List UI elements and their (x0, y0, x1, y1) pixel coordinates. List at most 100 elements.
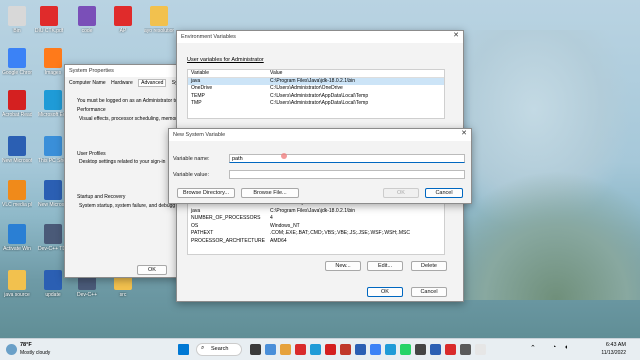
variable-name-label: Variable name: (173, 156, 210, 162)
desktop-icon[interactable]: ayo resolution (144, 6, 174, 34)
table-row[interactable]: TEMP C:\Users\Administrator\AppData\Local… (188, 93, 444, 101)
variable-value-input[interactable] (229, 170, 465, 179)
variable-name-cell: OS (191, 222, 199, 229)
delete-button[interactable]: Delete (411, 261, 447, 271)
desktop-icon-image (150, 6, 168, 26)
desktop-icon[interactable]: Activate Win (2, 224, 32, 252)
newvar-cancel-button[interactable]: Cancel (425, 188, 463, 198)
variable-name-cell: NUMBER_OF_PROCESSORS (191, 215, 261, 221)
desktop-icon[interactable]: java source (2, 270, 32, 298)
taskbar-app-icon[interactable] (340, 344, 351, 355)
tray-chevron-icon[interactable]: ⌃ (530, 344, 536, 352)
startup-recovery-desc: System startup, system failure, and debu… (79, 203, 176, 209)
table-row[interactable]: PROCESSOR_ARCHITECTURE AMD64 (188, 238, 444, 246)
table-header: Variable Value (188, 70, 444, 78)
taskbar-app-icon[interactable] (370, 344, 381, 355)
table-row[interactable]: java C:\Program Files\Java\jdk-18.0.2.1\b… (188, 208, 444, 216)
taskbar-app-icon[interactable] (250, 344, 261, 355)
variable-value-cell: .COM;.EXE;.BAT;.CMD;.VBS;.VBE;.JS;.JSE;.… (270, 230, 410, 236)
desktop-icon[interactable]: Google Chrome (2, 48, 32, 76)
desktop-icon-label: java source (4, 292, 30, 298)
desktop-icon[interactable]: VLC media player (2, 180, 32, 208)
taskbar-app-icon[interactable] (415, 344, 426, 355)
sysprops-ok-button[interactable]: OK (137, 265, 167, 275)
browse-file-button[interactable]: Browse File... (241, 188, 299, 198)
desktop-icon-label: Bin (13, 28, 21, 34)
browse-directory-button[interactable]: Browse Directory... (177, 188, 235, 198)
desktop-icon-image (44, 180, 62, 200)
env-ok-button[interactable]: OK (367, 287, 403, 297)
desktop-icon[interactable]: code (72, 6, 102, 34)
weather-desc[interactable]: Mostly cloudy (20, 350, 50, 356)
taskbar-app-icon[interactable] (355, 344, 366, 355)
variable-name-cell: PROCESSOR_ARCHITECTURE (191, 237, 265, 244)
taskbar-app-icon[interactable] (400, 344, 411, 355)
column-variable[interactable]: Variable (191, 70, 209, 78)
window-title: Environment Variables (177, 31, 463, 43)
desktop-icon[interactable]: DIU CTK.pdf (34, 6, 64, 34)
wifi-icon[interactable]: ◔ (552, 344, 556, 351)
user-profiles-desc: Desktop settings related to your sign-in (79, 159, 166, 165)
user-variables-label: User variables for Administrator (187, 57, 264, 63)
desktop-icon-label: Dev-C++ (76, 292, 97, 298)
clock-date[interactable]: 11/13/2022 (590, 350, 626, 356)
logon-note: You must be logged on as an Administrato… (77, 98, 178, 104)
table-row[interactable]: OS Windows_NT (188, 223, 444, 231)
taskbar-app-icon[interactable] (280, 344, 291, 355)
variable-value-cell: C:\Program Files\Java\jdk-18.0.2.1\bin (270, 77, 356, 84)
table-row[interactable]: NUMBER_OF_PROCESSORS 4 (188, 215, 444, 223)
variable-value-label: Variable value: (173, 172, 209, 178)
desktop-icon-image (8, 180, 26, 200)
desktop-icon-label: code (81, 28, 93, 34)
variable-name-cell: TMP (191, 100, 202, 106)
desktop-icon-label: ayo resolution (144, 28, 174, 34)
newvar-ok-button[interactable]: OK (383, 188, 419, 198)
edit-button[interactable]: Edit... (367, 261, 403, 271)
taskbar-app-icon[interactable] (385, 344, 396, 355)
taskbar-app-icon[interactable] (295, 344, 306, 355)
variable-value-cell: C:\Users\Administrator\AppData\Local\Tem… (270, 92, 369, 99)
taskbar-app-icon[interactable] (445, 344, 456, 355)
column-value[interactable]: Value (270, 70, 282, 78)
taskbar-app-icon[interactable] (475, 344, 486, 355)
taskbar-app-icon[interactable] (325, 344, 336, 355)
tab-advanced[interactable]: Advanced (138, 79, 167, 87)
close-icon[interactable]: ✕ (453, 31, 459, 39)
new-button[interactable]: New... (325, 261, 361, 271)
tab-strip: Computer Name Hardware Advanced Sys (69, 79, 180, 87)
desktop-icon[interactable]: New Microsoft (2, 136, 32, 164)
search-label: Search (211, 346, 229, 352)
taskbar-app-icon[interactable] (310, 344, 321, 355)
desktop-icon[interactable]: Acrobat Reader (2, 90, 32, 118)
performance-desc: Visual effects, processor scheduling, me… (79, 116, 177, 122)
weather-icon[interactable] (6, 344, 17, 355)
desktop-icon-image (44, 270, 62, 290)
table-row[interactable]: PATHEXT .COM;.EXE;.BAT;.CMD;.VBS;.VBE;.JS… (188, 230, 444, 238)
taskbar-app-icon[interactable] (460, 344, 471, 355)
tab-computer-name[interactable]: Computer Name (69, 80, 106, 86)
search-box[interactable]: ⌕ Search (196, 343, 242, 356)
desktop-icon-label: VLC media player (2, 202, 32, 208)
user-profiles-label: User Profiles (77, 151, 106, 157)
taskbar-app-icon[interactable] (265, 344, 276, 355)
clock-time[interactable]: 6:43 AM (596, 342, 626, 348)
desktop-icon-image (44, 48, 62, 68)
table-row[interactable]: java C:\Program Files\Java\jdk-18.0.2.1\b… (188, 77, 444, 85)
desktop-icon[interactable]: AP (108, 6, 138, 34)
env-cancel-button[interactable]: Cancel (411, 287, 447, 297)
close-icon[interactable]: ✕ (461, 129, 467, 137)
tab-hardware[interactable]: Hardware (111, 80, 133, 86)
search-icon: ⌕ (201, 345, 205, 351)
start-button[interactable] (178, 344, 189, 355)
table-row[interactable]: TMP C:\Users\Administrator\AppData\Local\… (188, 100, 444, 108)
taskbar-app-icon[interactable] (430, 344, 441, 355)
startup-recovery-label: Startup and Recovery (77, 194, 126, 200)
desktop-icon[interactable]: Bin (2, 6, 32, 34)
table-row[interactable]: OneDrive C:\Users\Administrator\OneDrive (188, 85, 444, 93)
volume-icon[interactable]: ◖ (564, 344, 568, 351)
desktop-icon-image (40, 6, 58, 26)
weather-temp[interactable]: 78°F (20, 342, 32, 348)
variable-value-cell: C:\Users\Administrator\OneDrive (270, 85, 343, 91)
variable-name-cell: PATHEXT (191, 230, 214, 236)
variable-name-input[interactable]: path (229, 154, 465, 163)
